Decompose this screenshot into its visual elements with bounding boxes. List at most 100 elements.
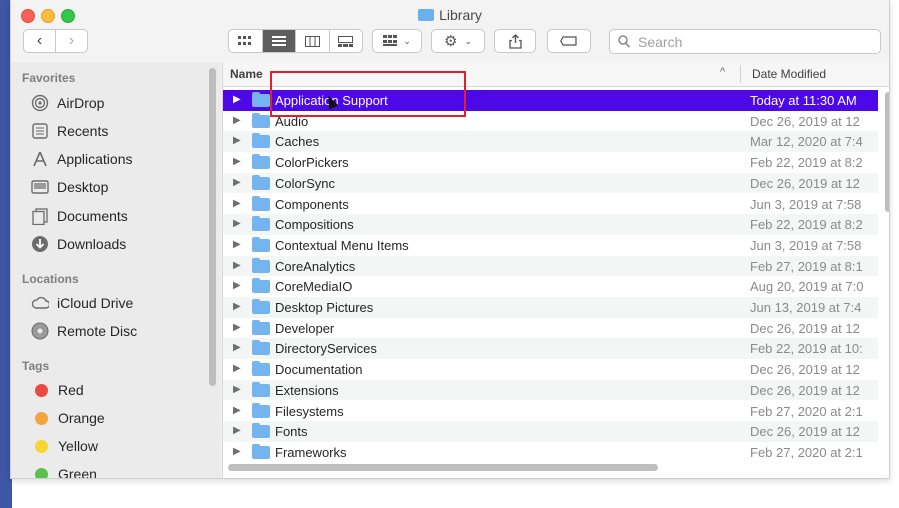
table-row[interactable]: ▶ ColorSync Dec 26, 2019 at 12	[223, 172, 878, 194]
disclosure-triangle-icon[interactable]: ▶	[233, 425, 241, 436]
table-row[interactable]: ▶ Desktop Pictures Jun 13, 2019 at 7:4	[223, 297, 878, 318]
sidebar-item-label: Red	[58, 382, 84, 398]
disclosure-triangle-icon[interactable]: ▶	[233, 405, 241, 416]
folder-icon	[252, 133, 270, 149]
table-row[interactable]: ▶ Fonts Dec 26, 2019 at 12	[223, 421, 878, 442]
search-field[interactable]	[609, 29, 881, 54]
gallery-view-button[interactable]	[328, 30, 363, 52]
gear-icon: ⚙	[444, 33, 458, 50]
file-name: CoreMediaIO	[275, 279, 353, 295]
column-view-button[interactable]	[295, 30, 329, 52]
folder-icon	[252, 92, 270, 107]
file-name: Filesystems	[275, 403, 344, 419]
folder-icon	[252, 299, 270, 314]
disclosure-triangle-icon[interactable]: ▶	[233, 342, 241, 353]
edit-tags-button[interactable]	[547, 29, 591, 53]
file-name: Developer	[275, 320, 335, 336]
disclosure-triangle-icon[interactable]: ▶	[233, 363, 241, 374]
disclosure-triangle-icon[interactable]: ▶	[233, 198, 241, 209]
date-modified: Dec 26, 2019 at 12	[750, 382, 860, 398]
sidebar-item-desktop[interactable]: Desktop	[31, 176, 108, 198]
sidebar-item-label: Downloads	[57, 236, 127, 252]
disclosure-triangle-icon[interactable]: ▶	[233, 218, 241, 229]
sidebar-item-tag-red[interactable]: Red	[31, 379, 84, 401]
title-bar: Library	[11, 0, 889, 28]
date-modified: Dec 26, 2019 at 12	[750, 175, 860, 191]
disclosure-triangle-icon[interactable]: ▶	[233, 156, 241, 167]
disclosure-triangle-icon[interactable]: ▶	[233, 260, 241, 271]
folder-icon	[252, 278, 270, 294]
disclosure-triangle-icon[interactable]: ▶	[233, 301, 241, 312]
table-row[interactable]: ▶ Filesystems Feb 27, 2020 at 2:1	[223, 401, 878, 422]
icon-view-button[interactable]	[229, 30, 262, 52]
file-name: Compositions	[275, 217, 354, 233]
folder-icon	[252, 195, 270, 211]
file-name: Caches	[275, 134, 320, 150]
back-button[interactable]: ‹	[24, 30, 55, 52]
file-name: CoreAnalytics	[275, 258, 356, 274]
airdrop-icon	[31, 94, 49, 112]
sidebar-item-label: Yellow	[58, 438, 98, 454]
disclosure-triangle-icon[interactable]: ▶	[233, 322, 241, 333]
date-modified: Feb 22, 2019 at 10:	[750, 341, 863, 357]
sort-caret-icon: ^	[720, 66, 726, 78]
disclosure-triangle-icon[interactable]: ▶	[233, 115, 241, 126]
share-button[interactable]	[494, 29, 536, 53]
sidebar-item-remote-disc[interactable]: Remote Disc	[31, 320, 137, 342]
date-modified-column-header[interactable]: Date Modified	[752, 67, 826, 81]
disclosure-triangle-icon[interactable]: ▶	[233, 280, 241, 291]
recents-icon	[31, 122, 49, 140]
forward-button[interactable]: ›	[55, 30, 87, 52]
table-row[interactable]: ▶ CoreMediaIO Aug 20, 2019 at 7:0	[223, 276, 878, 297]
table-row[interactable]: ▶ Documentation Dec 26, 2019 at 12	[223, 359, 878, 380]
table-row[interactable]: ▶ Frameworks Feb 27, 2020 at 2:1	[223, 442, 878, 463]
sidebar-item-airdrop[interactable]: AirDrop	[31, 92, 104, 114]
sidebar-item-icloud-drive[interactable]: iCloud Drive	[31, 292, 133, 314]
sidebar-item-label: Documents	[57, 208, 128, 224]
date-modified: Jun 3, 2019 at 7:58	[750, 196, 862, 212]
disclosure-triangle-icon[interactable]: ▶	[233, 135, 241, 146]
group-by-button[interactable]: ⌄	[372, 29, 422, 53]
sidebar-item-tag-yellow[interactable]: Yellow	[31, 435, 98, 457]
disclosure-triangle-icon[interactable]: ▶	[233, 239, 241, 250]
sidebar-item-documents[interactable]: Documents	[31, 205, 128, 227]
table-row[interactable]: ▶ DirectoryServices Feb 22, 2019 at 10:	[223, 338, 878, 360]
disclosure-triangle-icon[interactable]: ▶	[233, 94, 241, 105]
sidebar-scrollbar[interactable]	[209, 68, 216, 386]
table-row[interactable]: ▶ Contextual Menu Items Jun 3, 2019 at 7:5…	[223, 235, 878, 256]
table-row[interactable]: ▶ Caches Mar 12, 2020 at 7:4	[223, 131, 878, 153]
date-modified: Feb 22, 2019 at 8:2	[750, 217, 863, 233]
column-divider	[740, 65, 741, 83]
table-row[interactable]: ▶ Compositions Feb 22, 2019 at 8:2	[223, 214, 878, 235]
table-row[interactable]: ▶ CoreAnalytics Feb 27, 2019 at 8:1	[223, 255, 878, 277]
date-modified: Dec 26, 2019 at 12	[750, 424, 860, 440]
file-name: Fonts	[275, 424, 308, 440]
sidebar-item-tag-green[interactable]: Green	[31, 463, 97, 478]
date-modified: Jun 13, 2019 at 7:4	[750, 300, 862, 315]
sidebar-item-tag-orange[interactable]: Orange	[31, 407, 105, 429]
horizontal-scrollbar[interactable]	[228, 464, 658, 471]
disclosure-triangle-icon[interactable]: ▶	[233, 446, 241, 457]
vertical-scrollbar[interactable]	[885, 92, 889, 212]
sidebar-item-downloads[interactable]: Downloads	[31, 233, 126, 255]
disclosure-triangle-icon[interactable]: ▶	[233, 384, 241, 395]
tag-icon	[560, 36, 577, 46]
table-row[interactable]: ▶ Developer Dec 26, 2019 at 12	[223, 318, 878, 339]
disclosure-triangle-icon[interactable]: ▶	[233, 177, 241, 188]
action-menu-button[interactable]: ⚙ ⌄	[431, 29, 485, 53]
table-row[interactable]: ▶ ColorPickers Feb 22, 2019 at 8:2	[223, 152, 878, 173]
table-row[interactable]: ▶ Components Jun 3, 2019 at 7:58	[223, 194, 878, 215]
list-view-button[interactable]	[261, 30, 295, 52]
folder-icon	[252, 216, 270, 232]
sidebar: Favorites AirDrop Recents Applications D…	[11, 62, 221, 478]
sidebar-item-applications[interactable]: Applications	[31, 148, 133, 170]
name-column-header[interactable]: Name	[230, 67, 263, 81]
search-input[interactable]	[636, 32, 870, 51]
disc-icon	[31, 322, 49, 340]
locations-heading: Locations	[22, 272, 79, 286]
sidebar-item-label: Applications	[57, 151, 133, 167]
table-row[interactable]: ▶ Extensions Dec 26, 2019 at 12	[223, 379, 878, 401]
sidebar-item-recents[interactable]: Recents	[31, 120, 108, 142]
folder-icon	[252, 112, 270, 128]
desktop-icon	[31, 178, 49, 196]
